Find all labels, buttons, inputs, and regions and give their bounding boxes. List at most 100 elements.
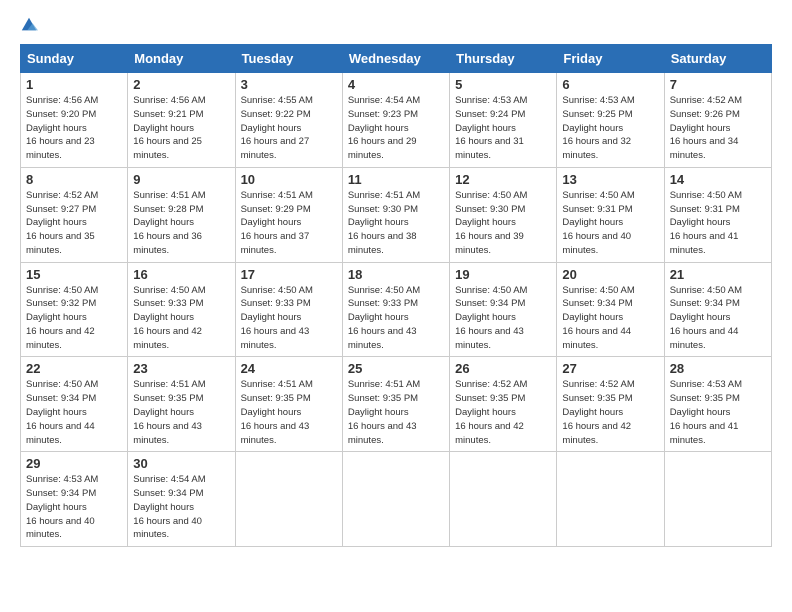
calendar-cell: 19 Sunrise: 4:50 AMSunset: 9:34 PMDaylig… xyxy=(450,262,557,357)
day-number: 1 xyxy=(26,77,122,92)
calendar-cell: 1 Sunrise: 4:56 AMSunset: 9:20 PMDayligh… xyxy=(21,73,128,168)
calendar-cell: 11 Sunrise: 4:51 AMSunset: 9:30 PMDaylig… xyxy=(342,167,449,262)
day-info: Sunrise: 4:54 AMSunset: 9:23 PMDaylight … xyxy=(348,95,420,161)
header xyxy=(20,16,772,34)
day-number: 27 xyxy=(562,361,658,376)
day-info: Sunrise: 4:55 AMSunset: 9:22 PMDaylight … xyxy=(241,95,313,161)
calendar-week-1: 8 Sunrise: 4:52 AMSunset: 9:27 PMDayligh… xyxy=(21,167,772,262)
day-number: 3 xyxy=(241,77,337,92)
header-friday: Friday xyxy=(557,45,664,73)
calendar-cell: 24 Sunrise: 4:51 AMSunset: 9:35 PMDaylig… xyxy=(235,357,342,452)
day-info: Sunrise: 4:51 AMSunset: 9:28 PMDaylight … xyxy=(133,190,205,256)
day-info: Sunrise: 4:50 AMSunset: 9:33 PMDaylight … xyxy=(348,285,420,351)
day-number: 22 xyxy=(26,361,122,376)
day-number: 30 xyxy=(133,456,229,471)
header-thursday: Thursday xyxy=(450,45,557,73)
day-info: Sunrise: 4:53 AMSunset: 9:34 PMDaylight … xyxy=(26,474,98,540)
day-number: 23 xyxy=(133,361,229,376)
header-tuesday: Tuesday xyxy=(235,45,342,73)
day-number: 29 xyxy=(26,456,122,471)
page: SundayMondayTuesdayWednesdayThursdayFrid… xyxy=(0,0,792,563)
day-info: Sunrise: 4:50 AMSunset: 9:32 PMDaylight … xyxy=(26,285,98,351)
calendar-cell: 10 Sunrise: 4:51 AMSunset: 9:29 PMDaylig… xyxy=(235,167,342,262)
logo xyxy=(20,16,46,34)
calendar-week-3: 22 Sunrise: 4:50 AMSunset: 9:34 PMDaylig… xyxy=(21,357,772,452)
day-info: Sunrise: 4:52 AMSunset: 9:27 PMDaylight … xyxy=(26,190,98,256)
calendar-cell xyxy=(342,452,449,547)
day-number: 11 xyxy=(348,172,444,187)
day-number: 16 xyxy=(133,267,229,282)
calendar-cell: 27 Sunrise: 4:52 AMSunset: 9:35 PMDaylig… xyxy=(557,357,664,452)
day-info: Sunrise: 4:51 AMSunset: 9:30 PMDaylight … xyxy=(348,190,420,256)
calendar-cell: 25 Sunrise: 4:51 AMSunset: 9:35 PMDaylig… xyxy=(342,357,449,452)
calendar-cell: 26 Sunrise: 4:52 AMSunset: 9:35 PMDaylig… xyxy=(450,357,557,452)
day-number: 20 xyxy=(562,267,658,282)
day-number: 12 xyxy=(455,172,551,187)
day-number: 5 xyxy=(455,77,551,92)
day-number: 7 xyxy=(670,77,766,92)
day-number: 15 xyxy=(26,267,122,282)
logo-icon xyxy=(20,16,38,34)
calendar-cell: 16 Sunrise: 4:50 AMSunset: 9:33 PMDaylig… xyxy=(128,262,235,357)
header-monday: Monday xyxy=(128,45,235,73)
calendar-cell: 18 Sunrise: 4:50 AMSunset: 9:33 PMDaylig… xyxy=(342,262,449,357)
day-number: 2 xyxy=(133,77,229,92)
day-number: 21 xyxy=(670,267,766,282)
day-info: Sunrise: 4:50 AMSunset: 9:31 PMDaylight … xyxy=(670,190,742,256)
day-info: Sunrise: 4:50 AMSunset: 9:31 PMDaylight … xyxy=(562,190,634,256)
day-info: Sunrise: 4:50 AMSunset: 9:34 PMDaylight … xyxy=(562,285,634,351)
day-number: 19 xyxy=(455,267,551,282)
calendar-cell: 29 Sunrise: 4:53 AMSunset: 9:34 PMDaylig… xyxy=(21,452,128,547)
day-number: 4 xyxy=(348,77,444,92)
day-info: Sunrise: 4:54 AMSunset: 9:34 PMDaylight … xyxy=(133,474,205,540)
calendar-cell: 20 Sunrise: 4:50 AMSunset: 9:34 PMDaylig… xyxy=(557,262,664,357)
day-number: 18 xyxy=(348,267,444,282)
day-number: 6 xyxy=(562,77,658,92)
day-number: 26 xyxy=(455,361,551,376)
calendar-cell xyxy=(450,452,557,547)
calendar-cell: 6 Sunrise: 4:53 AMSunset: 9:25 PMDayligh… xyxy=(557,73,664,168)
header-sunday: Sunday xyxy=(21,45,128,73)
calendar-week-4: 29 Sunrise: 4:53 AMSunset: 9:34 PMDaylig… xyxy=(21,452,772,547)
calendar-cell: 4 Sunrise: 4:54 AMSunset: 9:23 PMDayligh… xyxy=(342,73,449,168)
calendar-table: SundayMondayTuesdayWednesdayThursdayFrid… xyxy=(20,44,772,547)
day-number: 24 xyxy=(241,361,337,376)
calendar-cell: 8 Sunrise: 4:52 AMSunset: 9:27 PMDayligh… xyxy=(21,167,128,262)
day-info: Sunrise: 4:51 AMSunset: 9:35 PMDaylight … xyxy=(348,379,420,445)
calendar-cell: 12 Sunrise: 4:50 AMSunset: 9:30 PMDaylig… xyxy=(450,167,557,262)
header-saturday: Saturday xyxy=(664,45,771,73)
day-info: Sunrise: 4:51 AMSunset: 9:35 PMDaylight … xyxy=(133,379,205,445)
day-number: 13 xyxy=(562,172,658,187)
calendar-cell: 28 Sunrise: 4:53 AMSunset: 9:35 PMDaylig… xyxy=(664,357,771,452)
day-info: Sunrise: 4:50 AMSunset: 9:34 PMDaylight … xyxy=(26,379,98,445)
calendar-cell: 5 Sunrise: 4:53 AMSunset: 9:24 PMDayligh… xyxy=(450,73,557,168)
day-info: Sunrise: 4:50 AMSunset: 9:33 PMDaylight … xyxy=(241,285,313,351)
day-number: 25 xyxy=(348,361,444,376)
day-info: Sunrise: 4:52 AMSunset: 9:35 PMDaylight … xyxy=(562,379,634,445)
day-info: Sunrise: 4:53 AMSunset: 9:35 PMDaylight … xyxy=(670,379,742,445)
day-info: Sunrise: 4:53 AMSunset: 9:24 PMDaylight … xyxy=(455,95,527,161)
calendar-cell: 9 Sunrise: 4:51 AMSunset: 9:28 PMDayligh… xyxy=(128,167,235,262)
day-info: Sunrise: 4:56 AMSunset: 9:21 PMDaylight … xyxy=(133,95,205,161)
day-info: Sunrise: 4:53 AMSunset: 9:25 PMDaylight … xyxy=(562,95,634,161)
calendar-cell: 22 Sunrise: 4:50 AMSunset: 9:34 PMDaylig… xyxy=(21,357,128,452)
day-info: Sunrise: 4:51 AMSunset: 9:29 PMDaylight … xyxy=(241,190,313,256)
calendar-cell: 2 Sunrise: 4:56 AMSunset: 9:21 PMDayligh… xyxy=(128,73,235,168)
calendar-cell: 13 Sunrise: 4:50 AMSunset: 9:31 PMDaylig… xyxy=(557,167,664,262)
calendar-cell: 3 Sunrise: 4:55 AMSunset: 9:22 PMDayligh… xyxy=(235,73,342,168)
day-info: Sunrise: 4:50 AMSunset: 9:34 PMDaylight … xyxy=(670,285,742,351)
day-number: 28 xyxy=(670,361,766,376)
calendar-cell: 17 Sunrise: 4:50 AMSunset: 9:33 PMDaylig… xyxy=(235,262,342,357)
calendar-cell: 30 Sunrise: 4:54 AMSunset: 9:34 PMDaylig… xyxy=(128,452,235,547)
calendar-cell xyxy=(557,452,664,547)
day-info: Sunrise: 4:52 AMSunset: 9:35 PMDaylight … xyxy=(455,379,527,445)
day-number: 8 xyxy=(26,172,122,187)
calendar-cell: 23 Sunrise: 4:51 AMSunset: 9:35 PMDaylig… xyxy=(128,357,235,452)
day-info: Sunrise: 4:56 AMSunset: 9:20 PMDaylight … xyxy=(26,95,98,161)
day-info: Sunrise: 4:52 AMSunset: 9:26 PMDaylight … xyxy=(670,95,742,161)
day-info: Sunrise: 4:51 AMSunset: 9:35 PMDaylight … xyxy=(241,379,313,445)
day-number: 10 xyxy=(241,172,337,187)
calendar-cell: 15 Sunrise: 4:50 AMSunset: 9:32 PMDaylig… xyxy=(21,262,128,357)
day-number: 17 xyxy=(241,267,337,282)
calendar-header-row: SundayMondayTuesdayWednesdayThursdayFrid… xyxy=(21,45,772,73)
